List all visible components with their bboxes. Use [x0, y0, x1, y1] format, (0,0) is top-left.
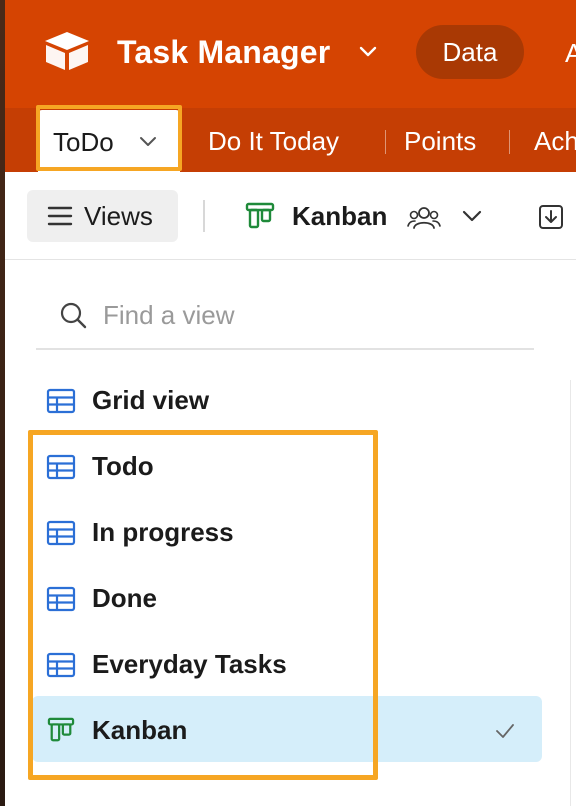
chevron-down-icon[interactable]: [357, 40, 379, 62]
view-bar: Views Kanban: [5, 172, 576, 260]
search-icon: [60, 302, 87, 329]
tab-do-it-today[interactable]: Do It Today: [208, 124, 339, 158]
chevron-down-icon[interactable]: [460, 206, 484, 226]
current-view-name[interactable]: Kanban: [292, 199, 387, 233]
divider: [203, 200, 205, 232]
views-label: Views: [84, 201, 153, 231]
cube-logo-icon[interactable]: [43, 30, 91, 72]
views-highlight-box: [28, 430, 378, 780]
checkmark-icon: [496, 724, 514, 738]
app-header: Task Manager Data A: [5, 0, 576, 108]
find-view-input[interactable]: [103, 295, 523, 335]
header-overflow-label[interactable]: A: [565, 38, 576, 68]
view-item-label: Grid view: [92, 385, 210, 415]
view-item-grid-view[interactable]: Grid view: [32, 376, 542, 424]
people-icon[interactable]: [407, 205, 441, 231]
app-window: Task Manager Data A ToDo Do It Today Poi…: [5, 0, 576, 806]
kanban-icon: [245, 202, 275, 229]
tab-separator: [385, 130, 386, 154]
tab-ach[interactable]: Ach: [534, 124, 576, 158]
tab-points[interactable]: Points: [404, 124, 476, 158]
tab-separator: [509, 130, 510, 154]
app-title[interactable]: Task Manager: [117, 30, 330, 74]
views-button[interactable]: Views: [27, 190, 178, 242]
download-icon[interactable]: [538, 204, 564, 230]
grid-icon: [46, 388, 76, 414]
divider: [570, 380, 571, 806]
divider: [36, 348, 534, 350]
hamburger-menu-icon: [47, 206, 73, 226]
data-button[interactable]: Data: [416, 25, 524, 79]
tab-highlight-box: [36, 105, 182, 171]
